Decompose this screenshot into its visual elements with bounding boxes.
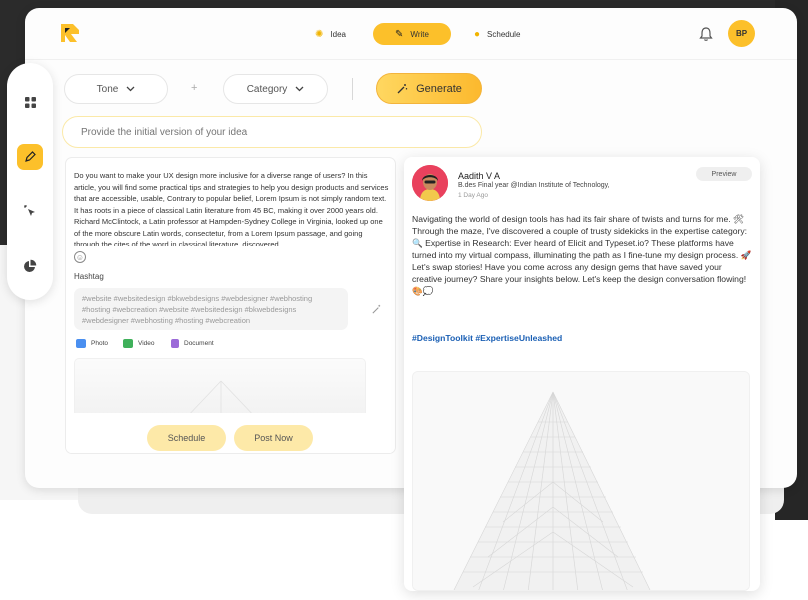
nav-write[interactable]: ✎ Write bbox=[373, 23, 451, 45]
post-time: 1 Day Ago bbox=[458, 192, 488, 199]
emoji-icon[interactable]: ☺ bbox=[74, 251, 86, 263]
pie-chart-icon bbox=[24, 259, 37, 272]
nav-idea-label: Idea bbox=[330, 29, 346, 39]
bell-icon[interactable] bbox=[698, 26, 714, 42]
photo-label: Photo bbox=[91, 340, 108, 347]
user-avatar[interactable]: BP bbox=[728, 20, 755, 47]
clock-icon: ● bbox=[474, 28, 481, 40]
idea-input[interactable] bbox=[62, 116, 482, 148]
nav-idea[interactable]: ✺ Idea bbox=[303, 23, 358, 45]
schedule-button[interactable]: Schedule bbox=[147, 425, 226, 451]
side-item-analytics[interactable] bbox=[17, 253, 43, 279]
post-body: Navigating the world of design tools has… bbox=[412, 213, 752, 297]
category-dropdown[interactable]: Category bbox=[223, 74, 328, 104]
video-icon bbox=[123, 339, 133, 348]
post-paragraph: Navigating the world of design tools has… bbox=[412, 214, 748, 236]
magic-wand-icon[interactable] bbox=[371, 304, 382, 315]
post-image bbox=[412, 371, 750, 591]
pen-icon bbox=[25, 151, 36, 162]
side-item-engage[interactable] bbox=[17, 198, 43, 224]
divider bbox=[352, 78, 353, 100]
post-hashtags[interactable]: #DesignToolkit #ExpertiseUnleashed bbox=[412, 333, 562, 343]
bulb-icon: ✺ bbox=[315, 28, 324, 40]
generate-label: Generate bbox=[416, 82, 462, 95]
attached-image bbox=[74, 358, 366, 418]
category-label: Category bbox=[246, 83, 288, 95]
magic-wand-icon bbox=[397, 83, 408, 93]
top-bar: ✺ Idea ✎ Write ● Schedule BP bbox=[25, 8, 797, 60]
post-editor: Do you want to make your UX design more … bbox=[65, 157, 396, 454]
post-text[interactable]: Do you want to make your UX design more … bbox=[74, 170, 389, 246]
tone-dropdown[interactable]: Tone bbox=[64, 74, 168, 104]
cursor-click-icon bbox=[24, 205, 35, 216]
nav-write-label: Write bbox=[410, 29, 429, 39]
chevron-down-icon bbox=[126, 86, 135, 92]
side-item-write[interactable] bbox=[17, 144, 43, 170]
preview-button[interactable]: Preview bbox=[696, 167, 752, 181]
post-paragraph: 🔍 Expertise in Research: Ever heard of E… bbox=[412, 238, 752, 260]
post-preview-card: Aadith V A B.des Final year @Indian Inst… bbox=[404, 157, 760, 591]
generate-button[interactable]: Generate bbox=[376, 73, 482, 104]
attach-photo-button[interactable]: Photo bbox=[76, 339, 108, 348]
attach-document-button[interactable]: Document bbox=[171, 339, 214, 348]
editor-footer: Schedule Post Now bbox=[66, 413, 395, 453]
author-name: Aadith V A bbox=[458, 171, 501, 181]
nav-schedule[interactable]: ● Schedule bbox=[462, 23, 532, 45]
side-item-dashboard[interactable] bbox=[17, 89, 43, 115]
hashtag-label: Hashtag bbox=[74, 272, 104, 281]
post-paragraph: Let's swap stories! Have you come across… bbox=[412, 262, 747, 296]
logo-icon bbox=[61, 24, 79, 42]
plus-sign: + bbox=[191, 82, 198, 94]
post-now-button[interactable]: Post Now bbox=[234, 425, 313, 451]
video-label: Video bbox=[138, 340, 155, 347]
hashtag-field[interactable]: #website #websitedesign #bkwebdesigns #w… bbox=[74, 288, 348, 330]
nav-schedule-label: Schedule bbox=[487, 29, 521, 39]
photo-icon bbox=[76, 339, 86, 348]
tone-label: Tone bbox=[96, 83, 119, 95]
grid-icon bbox=[24, 96, 36, 108]
side-nav bbox=[7, 63, 53, 300]
document-label: Document bbox=[184, 340, 214, 347]
chevron-down-icon bbox=[295, 86, 304, 92]
pencil-icon: ✎ bbox=[395, 28, 404, 40]
author-role: B.des Final year @Indian Institute of Te… bbox=[458, 182, 610, 189]
author-avatar bbox=[412, 165, 448, 201]
attach-video-button[interactable]: Video bbox=[123, 339, 155, 348]
document-icon bbox=[171, 339, 179, 348]
